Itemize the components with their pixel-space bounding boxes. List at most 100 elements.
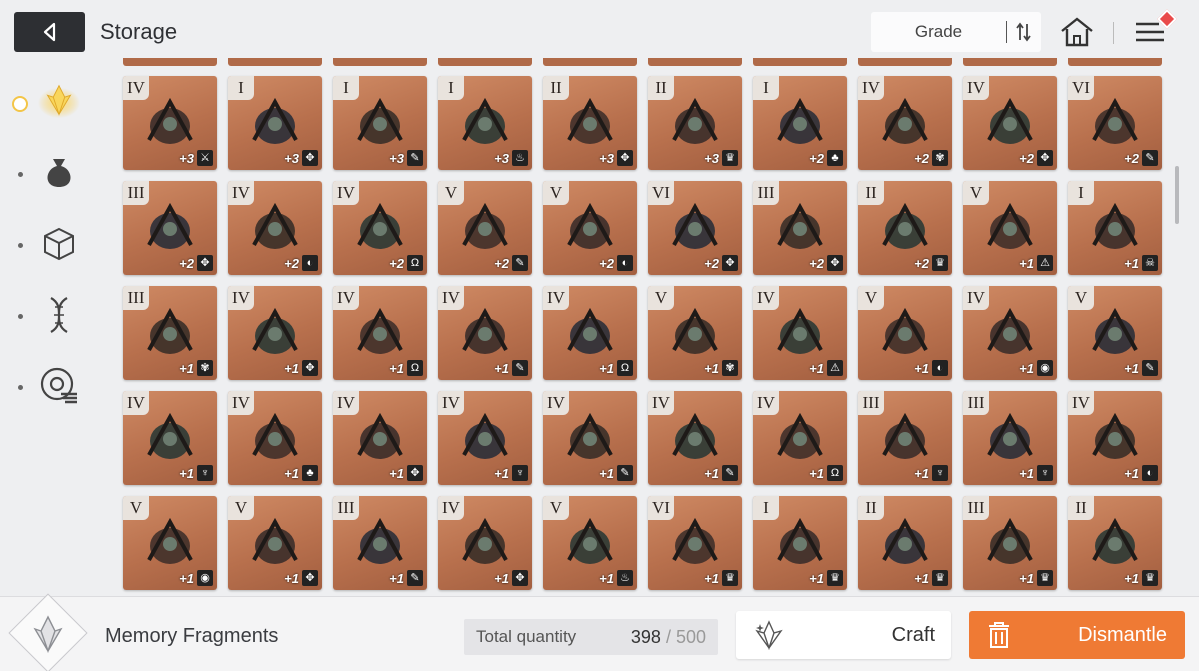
card-footer: +2 ✥	[179, 255, 213, 271]
item-art-icon	[147, 517, 193, 564]
memory-card[interactable]: V +1 ♨	[543, 496, 637, 590]
memory-card[interactable]: V +2 ✎	[438, 181, 532, 275]
sort-order-icon[interactable]	[1007, 22, 1041, 42]
memory-card[interactable]: V +2 ◐	[543, 181, 637, 275]
memory-card[interactable]: V +1 ◐	[858, 286, 952, 380]
card-grade: III	[123, 181, 149, 205]
card-enhance-level: +1	[389, 465, 404, 481]
card-type-icon: ✥	[1037, 150, 1053, 166]
memory-card[interactable]: IV +2 Ω	[333, 181, 427, 275]
item-art-icon	[567, 202, 613, 249]
memory-card[interactable]: IV +1 ♣	[228, 391, 322, 485]
memory-card[interactable]: IV +1 Ω	[543, 286, 637, 380]
memory-card[interactable]: II +3 ♛	[648, 76, 742, 170]
memory-card[interactable]: III +1 ♆	[858, 391, 952, 485]
memory-card[interactable]: III +1 ✎	[333, 496, 427, 590]
card-enhance-level: +1	[494, 360, 509, 376]
memory-card[interactable]: III +2 ✥	[123, 181, 217, 275]
card-grade: IV	[858, 76, 884, 100]
card-grade: IV	[438, 391, 464, 415]
memory-card[interactable]: I +1 ☠	[1068, 181, 1162, 275]
memory-card[interactable]: VI +2 ✎	[1068, 76, 1162, 170]
memory-card[interactable]: II +1 ♛	[858, 496, 952, 590]
memory-card[interactable]: IV +3 ⚔	[123, 76, 217, 170]
memory-card[interactable]: I +1 ♛	[753, 496, 847, 590]
memory-card[interactable]: IV +2 ✾	[858, 76, 952, 170]
sidebar-item-disc[interactable]	[38, 365, 80, 407]
card-type-icon: ✎	[1142, 150, 1158, 166]
memory-card[interactable]: I +3 ♨	[438, 76, 532, 170]
partial-card-edge	[333, 58, 427, 66]
sort-grade-button[interactable]: Grade	[871, 12, 1041, 52]
memory-card[interactable]: IV +1 Ω	[753, 391, 847, 485]
home-icon[interactable]	[1059, 16, 1095, 53]
memory-card[interactable]: IV +2 ◐	[228, 181, 322, 275]
card-type-icon: ♨	[617, 570, 633, 586]
memory-card[interactable]: IV +2 ✥	[963, 76, 1057, 170]
card-grade: IV	[753, 391, 779, 415]
memory-card[interactable]: V +1 ✾	[648, 286, 742, 380]
card-enhance-level: +2	[284, 255, 299, 271]
memory-card[interactable]: I +3 ✎	[333, 76, 427, 170]
memory-card[interactable]: IV +1 ✎	[648, 391, 742, 485]
memory-card[interactable]: IV +1 ◐	[1068, 391, 1162, 485]
memory-card[interactable]: I +3 ✥	[228, 76, 322, 170]
memory-card[interactable]: IV +1 ✥	[438, 496, 532, 590]
card-enhance-level: +1	[1124, 465, 1139, 481]
card-type-icon: ✥	[827, 255, 843, 271]
card-type-icon: ✥	[407, 465, 423, 481]
card-footer: +3 ♛	[704, 150, 738, 166]
partial-card-edge	[1068, 58, 1162, 66]
card-footer: +2 ✥	[1019, 150, 1053, 166]
memory-card[interactable]: IV +1 ✥	[228, 286, 322, 380]
memory-card[interactable]: VI +2 ✥	[648, 181, 742, 275]
sidebar-item-cube[interactable]	[38, 223, 80, 265]
memory-card[interactable]: IV +1 ♆	[438, 391, 532, 485]
memory-card[interactable]: II +3 ✥	[543, 76, 637, 170]
memory-card[interactable]: IV +1 ✥	[333, 391, 427, 485]
memory-card[interactable]: IV +1 ◉	[963, 286, 1057, 380]
memory-card[interactable]: IV +1 ✎	[438, 286, 532, 380]
card-grade: I	[333, 76, 359, 100]
memory-card[interactable]: I +2 ♣	[753, 76, 847, 170]
card-type-icon: ♛	[1142, 570, 1158, 586]
storage-grid[interactable]: IV +3 ⚔ I +3 ✥ I +3 ✎ I +3 ♨ II +3 ✥ II +3 ♛ I +2 ♣ IV +2 ✾ IV +2…	[112, 58, 1172, 596]
back-button[interactable]	[14, 12, 85, 52]
card-grade: IV	[228, 181, 254, 205]
card-type-icon: Ω	[407, 255, 423, 271]
memory-card[interactable]: IV +1 ⚠	[753, 286, 847, 380]
memory-card[interactable]: III +1 ♛	[963, 496, 1057, 590]
memory-card[interactable]: III +1 ♆	[963, 391, 1057, 485]
craft-label: Craft	[891, 623, 935, 646]
dismantle-button[interactable]: Dismantle	[969, 611, 1185, 659]
sidebar-item-memory-fragments[interactable]	[38, 80, 80, 122]
grid-scrollbar[interactable]	[1175, 166, 1179, 224]
card-footer: +1 ♣	[284, 465, 318, 481]
card-footer: +2 Ω	[389, 255, 423, 271]
sidebar-item-bag[interactable]	[38, 152, 80, 194]
memory-card[interactable]: IV +1 Ω	[333, 286, 427, 380]
card-grade: II	[858, 181, 884, 205]
card-type-icon: ✎	[407, 150, 423, 166]
sidebar-item-dna[interactable]	[38, 294, 80, 336]
memory-card[interactable]: V +1 ✥	[228, 496, 322, 590]
card-footer: +1 ♛	[1124, 570, 1158, 586]
card-grade: II	[858, 496, 884, 520]
card-type-icon: ✎	[617, 465, 633, 481]
memory-card[interactable]: V +1 ✎	[1068, 286, 1162, 380]
item-art-icon	[462, 412, 508, 459]
memory-card[interactable]: III +2 ✥	[753, 181, 847, 275]
memory-card[interactable]: II +1 ♛	[1068, 496, 1162, 590]
craft-button[interactable]: Craft	[736, 611, 951, 659]
memory-card[interactable]: III +1 ✾	[123, 286, 217, 380]
memory-card[interactable]: IV +1 ✎	[543, 391, 637, 485]
memory-card[interactable]: II +2 ♛	[858, 181, 952, 275]
card-footer: +1 ♛	[704, 570, 738, 586]
memory-card[interactable]: V +1 ⚠	[963, 181, 1057, 275]
card-footer: +3 ✥	[284, 150, 318, 166]
memory-card[interactable]: VI +1 ♛	[648, 496, 742, 590]
card-grade: IV	[543, 286, 569, 310]
memory-card[interactable]: V +1 ◉	[123, 496, 217, 590]
memory-card[interactable]: IV +1 ♆	[123, 391, 217, 485]
item-art-icon	[567, 97, 613, 144]
